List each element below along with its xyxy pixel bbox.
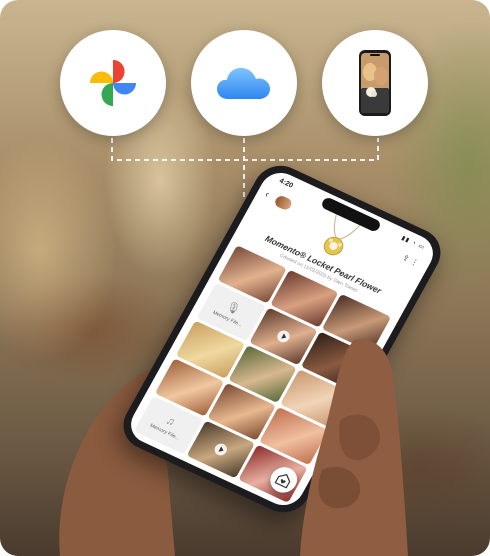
hero-illustration: 4:20 ▮▮ ◔ ▭ ‹ ⇪ ⋮ Momento® Locket Pearl … (0, 0, 490, 556)
right-hand-illustration (300, 339, 408, 556)
